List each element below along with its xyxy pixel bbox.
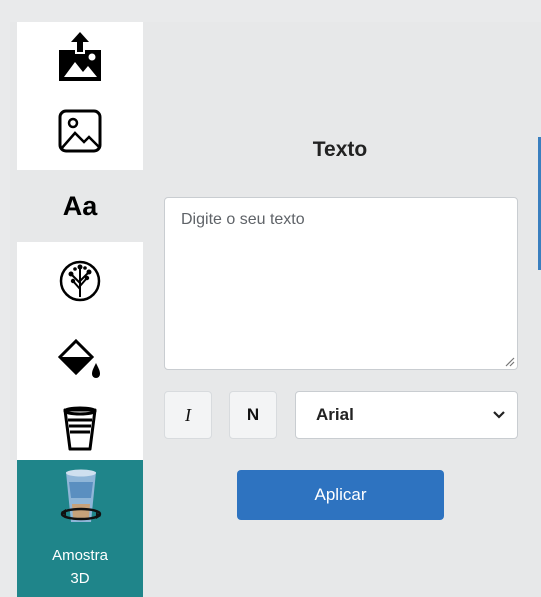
panel-title: Texto bbox=[312, 138, 368, 161]
sidebar-item-color-fill[interactable] bbox=[17, 320, 143, 398]
sidebar-item-cup[interactable] bbox=[17, 398, 143, 460]
image-icon bbox=[58, 109, 102, 153]
sample-3d-label-line2: 3D bbox=[70, 570, 90, 587]
sidebar-item-pattern[interactable] bbox=[17, 242, 143, 320]
sidebar-item-sample-3d[interactable]: Amostra 3D bbox=[17, 460, 143, 597]
tool-sidebar: Aa Amostra 3D bbox=[17, 22, 143, 597]
sidebar-item-image[interactable] bbox=[17, 92, 143, 170]
paint-bucket-icon bbox=[58, 338, 100, 378]
text-input[interactable] bbox=[164, 197, 518, 370]
sidebar-item-text[interactable]: Aa bbox=[17, 170, 143, 242]
font-select[interactable]: Arial bbox=[295, 391, 518, 439]
image-upload-icon bbox=[59, 32, 101, 81]
tree-pattern-icon bbox=[59, 260, 101, 302]
cup-3d-icon bbox=[60, 469, 102, 522]
cup-icon bbox=[63, 406, 97, 451]
chevron-down-icon bbox=[493, 411, 505, 419]
font-select-value: Arial bbox=[316, 405, 354, 424]
italic-button[interactable]: I bbox=[164, 391, 212, 439]
resize-grip-icon[interactable] bbox=[503, 355, 515, 367]
normal-button[interactable]: N bbox=[229, 391, 277, 439]
text-icon: Aa bbox=[62, 190, 98, 221]
sample-3d-label-line1: Amostra bbox=[52, 547, 108, 564]
apply-button[interactable]: Aplicar bbox=[237, 470, 444, 520]
sidebar-item-upload-image[interactable] bbox=[17, 22, 143, 92]
